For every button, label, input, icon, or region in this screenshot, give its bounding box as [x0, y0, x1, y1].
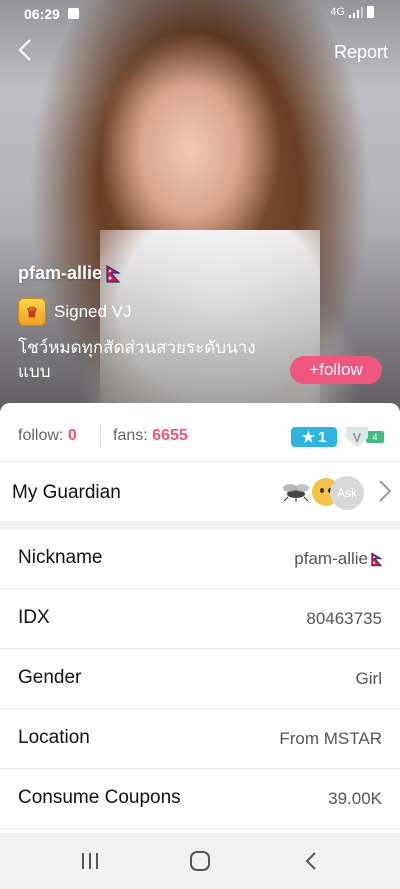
back-nav-icon[interactable] [300, 850, 324, 872]
fans-label: fans: [113, 427, 148, 444]
fans-count: 6655 [152, 427, 188, 444]
nepal-flag-icon [106, 264, 121, 283]
detail-row-location: Location From MSTAR [0, 709, 400, 769]
vip-diamond-icon: V [346, 427, 368, 447]
signed-vj-row: ♛ Signed VJ [18, 298, 132, 326]
status-time: 06:29 [24, 6, 60, 22]
stats-row: follow: 0 fans: 6655 ★ 1 V 4 [0, 403, 400, 461]
profile-info-panel: follow: 0 fans: 6655 ★ 1 V 4 My Guardian [0, 403, 400, 833]
detail-value: 39.00K [328, 789, 382, 808]
home-icon[interactable] [188, 850, 212, 872]
nepal-flag-icon [371, 551, 382, 566]
detail-value-group: pfam-allie [294, 549, 382, 569]
signal-icon [349, 6, 363, 18]
detail-value: From MSTAR [279, 729, 382, 748]
details-list: Nickname pfam-allie IDX 80463735 Gender … [0, 529, 400, 829]
section-gap [0, 521, 400, 529]
follow-count: 0 [67, 427, 77, 444]
detail-key: Nickname [18, 547, 103, 568]
chevron-right-icon [379, 480, 392, 502]
profile-name: pfam-allie [18, 263, 121, 284]
detail-key: Consume Coupons [18, 787, 181, 808]
status-bar: 06:29 4G [0, 0, 400, 28]
signed-vj-label: Signed VJ [54, 302, 132, 321]
network-type-label: 4G [330, 6, 345, 18]
level-badge: ★ 1 [291, 427, 337, 447]
follow-label: follow: [18, 427, 64, 444]
detail-value: pfam-allie [294, 549, 368, 568]
guardian-avatars: Ask [278, 476, 368, 510]
my-guardian-row[interactable]: My Guardian Ask [0, 461, 400, 522]
stats-divider [100, 425, 101, 447]
star-icon: ★ [301, 429, 316, 446]
profile-bio: โชว์หมดทุกสัดส่วนสวยระดับนางแบบ [18, 338, 256, 381]
level-number: 1 [318, 428, 327, 446]
vip-badge: V 4 [346, 427, 388, 447]
back-button[interactable] [10, 38, 40, 68]
fly-icon [283, 484, 309, 502]
follow-stat[interactable]: follow: 0 [18, 427, 77, 445]
detail-row-idx: IDX 80463735 [0, 589, 400, 649]
detail-value: 80463735 [306, 609, 382, 628]
my-guardian-label: My Guardian [12, 482, 121, 503]
recent-apps-icon[interactable] [78, 850, 102, 872]
vip-level-number: 4 [366, 431, 384, 443]
battery-icon [367, 6, 374, 18]
detail-row-nickname: Nickname pfam-allie [0, 529, 400, 589]
detail-key: IDX [18, 607, 50, 628]
detail-value: Girl [355, 669, 382, 688]
status-icons: 4G [330, 6, 374, 18]
system-navigation-bar [0, 833, 400, 889]
detail-key: Gender [18, 667, 82, 688]
detail-row-gender: Gender Girl [0, 649, 400, 709]
chevron-left-icon [18, 39, 31, 61]
notification-icon [68, 8, 79, 19]
follow-button[interactable]: +follow [290, 356, 382, 384]
report-button[interactable]: Report [334, 42, 388, 63]
fans-stat[interactable]: fans: 6655 [113, 427, 188, 445]
detail-row-consume-coupons: Consume Coupons 39.00K [0, 769, 400, 829]
profile-name-text: pfam-allie [18, 263, 103, 283]
detail-key: Location [18, 727, 90, 748]
signed-vj-badge-icon: ♛ [18, 298, 46, 326]
ask-button[interactable]: Ask [330, 476, 364, 510]
